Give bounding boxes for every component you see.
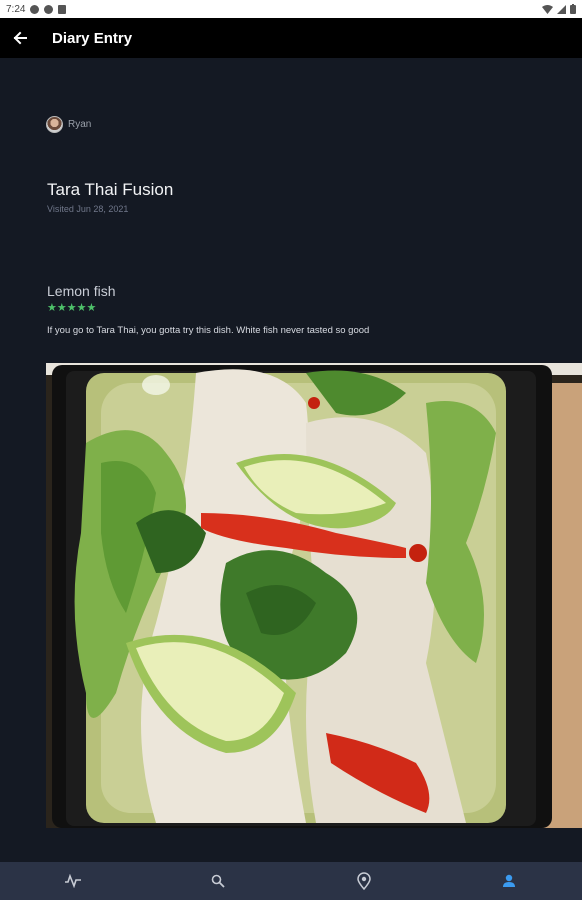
sd-card-icon [58,4,67,14]
battery-icon [570,4,576,14]
review-text: If you go to Tara Thai, you gotta try th… [47,325,370,336]
notification-icon [44,4,54,14]
diary-entry-content: Ryan Tara Thai Fusion Visited Jun 28, 20… [0,58,582,862]
person-icon [503,874,516,887]
app-bar: Diary Entry [0,18,582,58]
activity-icon [64,874,81,888]
nav-places[interactable] [334,862,394,900]
dish-photo[interactable] [46,363,582,828]
star-rating: ★★★★★ [47,302,97,314]
avatar [46,116,63,133]
nav-activity[interactable] [43,862,103,900]
arrow-left-icon [13,31,27,45]
notification-icon [30,4,40,14]
status-bar: 7:24 [0,0,582,18]
back-button[interactable] [0,18,40,58]
search-icon [211,874,225,888]
signal-icon [557,4,566,14]
dish-name: Lemon fish [47,283,116,299]
location-pin-icon [356,872,371,890]
dish-photo-image [46,363,582,828]
bottom-navigation [0,862,582,900]
visited-date: Visited Jun 28, 2021 [47,204,129,214]
author[interactable]: Ryan [46,116,91,133]
nav-search[interactable] [188,862,248,900]
page-title: Diary Entry [52,29,133,47]
restaurant-name[interactable]: Tara Thai Fusion [47,180,173,200]
author-name: Ryan [68,119,92,130]
status-time: 7:24 [6,3,26,15]
nav-profile[interactable] [479,862,539,900]
wifi-icon [542,4,553,14]
